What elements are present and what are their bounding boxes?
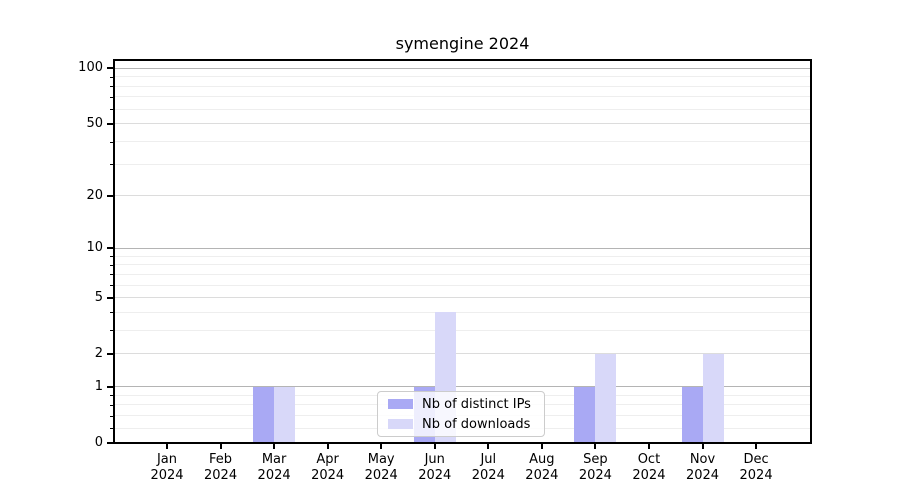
y-axis-tick bbox=[107, 353, 114, 355]
legend-swatch-distinct-ips bbox=[388, 399, 413, 409]
y-minor-gridline bbox=[114, 109, 811, 110]
y-axis-tick bbox=[107, 386, 114, 388]
y-minor-gridline bbox=[114, 96, 811, 97]
y-axis-tick bbox=[107, 442, 114, 444]
bottom-spine bbox=[113, 442, 812, 444]
y-decade-gridline bbox=[114, 68, 811, 69]
y-major-gridline bbox=[114, 123, 811, 124]
bar-downloads-nov bbox=[703, 354, 724, 443]
y-minor-gridline bbox=[114, 330, 811, 331]
y-minor-gridline bbox=[114, 274, 811, 275]
x-axis-tick bbox=[327, 443, 329, 449]
x-axis-tick bbox=[380, 443, 382, 449]
y-axis-minor-tick bbox=[110, 164, 114, 165]
y-axis-minor-tick bbox=[110, 428, 114, 429]
y-tick-label: 2 bbox=[43, 346, 103, 362]
y-tick-label: 10 bbox=[43, 240, 103, 256]
chart-figure: symengine 2024 0125102050100Jan 2024Feb … bbox=[0, 0, 900, 500]
y-axis-minor-tick bbox=[110, 395, 114, 396]
y-major-gridline bbox=[114, 195, 811, 196]
y-tick-label: 5 bbox=[43, 290, 103, 306]
y-axis-minor-tick bbox=[110, 97, 114, 98]
y-axis-minor-tick bbox=[110, 274, 114, 275]
y-tick-label: 100 bbox=[43, 60, 103, 76]
y-axis-minor-tick bbox=[110, 256, 114, 257]
legend-item-distinct-ips: Nb of distinct IPs bbox=[386, 394, 536, 414]
legend-item-downloads: Nb of downloads bbox=[386, 414, 536, 434]
plot-area: 0125102050100Jan 2024Feb 2024Mar 2024Apr… bbox=[114, 60, 811, 443]
x-tick-label: Dec 2024 bbox=[724, 452, 788, 484]
right-spine bbox=[810, 59, 812, 444]
y-minor-gridline bbox=[114, 285, 811, 286]
x-axis-tick bbox=[273, 443, 275, 449]
chart-title: symengine 2024 bbox=[114, 34, 811, 53]
y-tick-label: 0 bbox=[43, 435, 103, 451]
y-axis-minor-tick bbox=[110, 405, 114, 406]
x-axis-tick bbox=[487, 443, 489, 449]
y-axis-minor-tick bbox=[110, 330, 114, 331]
y-axis-minor-tick bbox=[110, 285, 114, 286]
bar-distinct-ips-sep bbox=[574, 387, 595, 443]
y-tick-label: 50 bbox=[43, 116, 103, 132]
top-spine bbox=[113, 59, 812, 61]
y-major-gridline bbox=[114, 297, 811, 298]
y-axis-minor-tick bbox=[110, 312, 114, 313]
x-axis-tick bbox=[702, 443, 704, 449]
y-minor-gridline bbox=[114, 141, 811, 142]
y-axis-minor-tick bbox=[110, 77, 114, 78]
y-axis-minor-tick bbox=[110, 109, 114, 110]
y-axis-tick bbox=[107, 123, 114, 125]
bar-distinct-ips-nov bbox=[682, 387, 703, 443]
y-tick-label: 1 bbox=[43, 379, 103, 395]
y-minor-gridline bbox=[114, 164, 811, 165]
y-axis-minor-tick bbox=[110, 86, 114, 87]
y-axis-minor-tick bbox=[110, 142, 114, 143]
y-decade-gridline bbox=[114, 248, 811, 249]
x-axis-tick bbox=[594, 443, 596, 449]
y-axis-tick bbox=[107, 297, 114, 299]
x-axis-tick bbox=[541, 443, 543, 449]
y-tick-label: 20 bbox=[43, 188, 103, 204]
bar-downloads-mar bbox=[274, 387, 295, 443]
y-axis-tick bbox=[107, 67, 114, 69]
x-axis-tick bbox=[166, 443, 168, 449]
y-axis-tick bbox=[107, 247, 114, 249]
legend-swatch-downloads bbox=[388, 419, 413, 429]
y-minor-gridline bbox=[114, 76, 811, 77]
y-minor-gridline bbox=[114, 86, 811, 87]
x-axis-tick bbox=[220, 443, 222, 449]
x-axis-tick bbox=[434, 443, 436, 449]
x-axis-tick bbox=[648, 443, 650, 449]
legend-label-distinct-ips: Nb of distinct IPs bbox=[422, 397, 531, 412]
y-minor-gridline bbox=[114, 312, 811, 313]
y-axis-tick bbox=[107, 195, 114, 197]
bar-distinct-ips-mar bbox=[253, 387, 274, 443]
y-minor-gridline bbox=[114, 256, 811, 257]
y-minor-gridline bbox=[114, 264, 811, 265]
legend: Nb of distinct IPs Nb of downloads bbox=[377, 391, 545, 437]
legend-label-downloads: Nb of downloads bbox=[422, 417, 530, 432]
y-axis-minor-tick bbox=[110, 416, 114, 417]
y-axis-minor-tick bbox=[110, 265, 114, 266]
bar-downloads-sep bbox=[595, 354, 616, 443]
x-axis-tick bbox=[755, 443, 757, 449]
